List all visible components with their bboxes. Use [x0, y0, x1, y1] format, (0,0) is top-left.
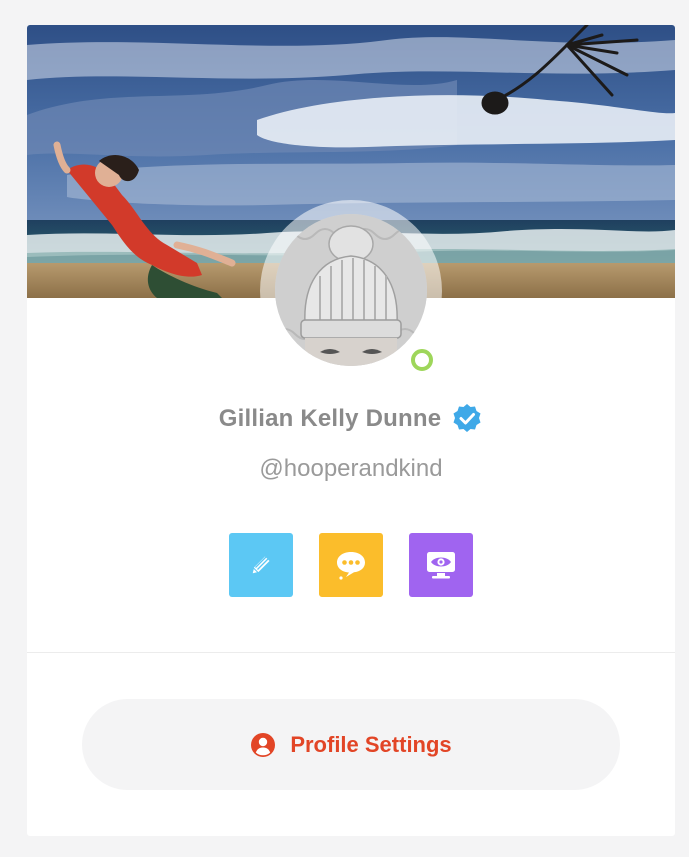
divider: [27, 652, 675, 653]
profile-settings-button[interactable]: Profile Settings: [82, 699, 620, 790]
chat-bubble-icon: [337, 552, 365, 580]
avatar-image: [275, 214, 427, 366]
message-button[interactable]: [319, 533, 383, 597]
profile-name: Gillian Kelly Dunne: [218, 405, 442, 432]
profile-card: Gillian Kelly Dunne @hooperandkind Profi…: [27, 25, 675, 836]
edit-button[interactable]: [229, 533, 293, 597]
view-button[interactable]: [409, 533, 473, 597]
avatar[interactable]: [275, 214, 427, 366]
action-buttons: [27, 533, 675, 597]
profile-settings-label: Profile Settings: [290, 731, 452, 757]
pencil-icon: [251, 556, 270, 575]
name-row: Gillian Kelly Dunne: [27, 401, 675, 437]
eye-monitor-icon: [427, 552, 455, 579]
user-circle-icon: [251, 732, 276, 757]
profile-handle: @hooperandkind: [259, 455, 443, 482]
online-status-indicator: [411, 349, 433, 371]
verified-badge-icon: [451, 403, 483, 435]
